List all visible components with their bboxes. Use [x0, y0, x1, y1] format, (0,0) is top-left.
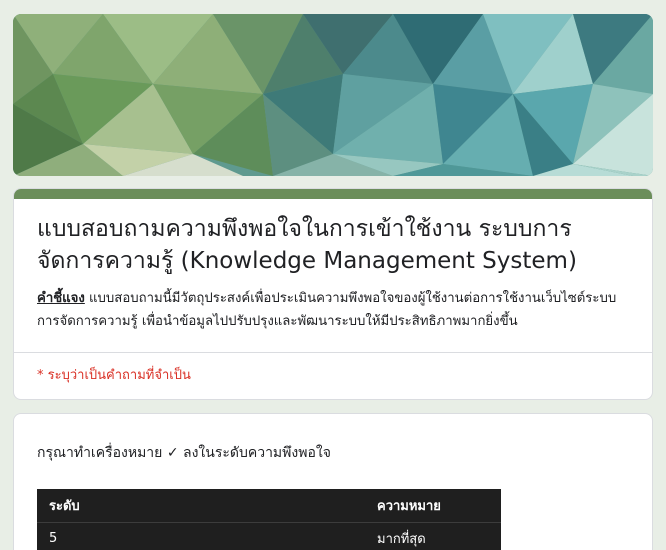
header-banner-image [13, 14, 653, 176]
question-card: กรุณาทำเครื่องหมาย ✓ ลงในระดับความพึงพอใ… [13, 413, 653, 550]
table-header-row: ระดับ ความหมาย [37, 489, 501, 523]
form-title: แบบสอบถามความพึงพอใจในการเข้าใช้งาน ระบบ… [37, 216, 577, 274]
column-header-meaning: ความหมาย [365, 489, 501, 523]
description-lead: คำชี้แจง [37, 291, 85, 306]
table-row: 5 มากที่สุด [37, 522, 501, 550]
table-cell-level: 5 [49, 531, 58, 547]
table-cell-meaning: มากที่สุด [377, 532, 426, 548]
form-header-card: แบบสอบถามความพึงพอใจในการเข้าใช้งาน ระบบ… [13, 188, 653, 400]
description-text: แบบสอบถามนี้มีวัตถุประสงค์เพื่อประเมินคว… [37, 291, 617, 329]
column-header-level: ระดับ [37, 489, 365, 523]
required-note: * ระบุว่าเป็นคำถามที่จำเป็น [37, 368, 191, 383]
divider [14, 352, 652, 353]
card-accent-bar [14, 189, 652, 199]
question-text: กรุณาทำเครื่องหมาย ✓ ลงในระดับความพึงพอใ… [37, 445, 331, 461]
form-description: คำชี้แจง แบบสอบถามนี้มีวัตถุประสงค์เพื่อ… [37, 287, 637, 333]
scale-table: ระดับ ความหมาย 5 มากที่สุด [37, 489, 501, 550]
